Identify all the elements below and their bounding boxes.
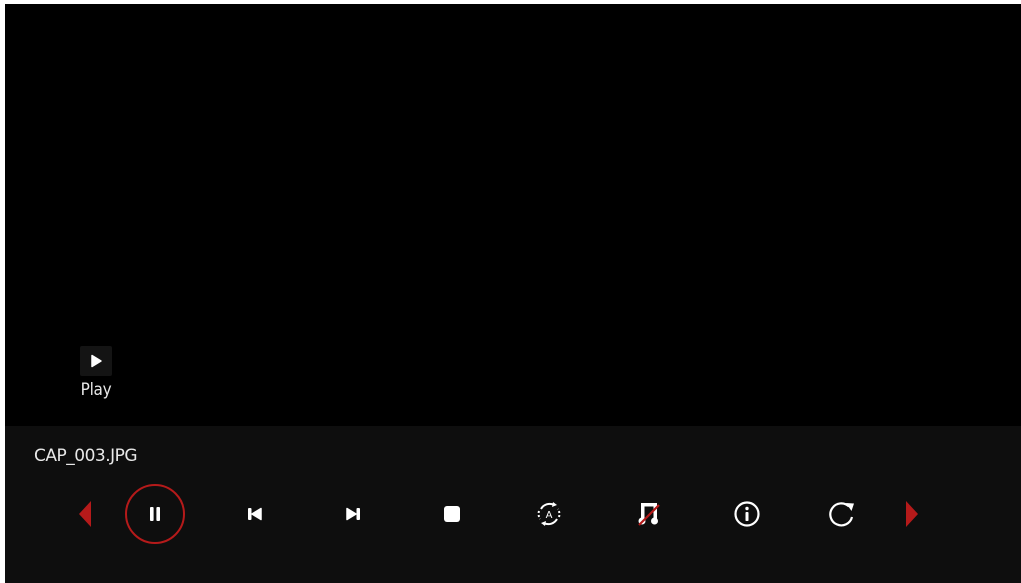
next-button[interactable] <box>323 484 383 544</box>
playback-status: Play <box>75 346 117 400</box>
media-viewer-screen: Play CAP_003.JPG A <box>5 4 1021 583</box>
play-icon <box>80 346 112 376</box>
music-off-button[interactable] <box>619 484 679 544</box>
skip-previous-icon <box>247 506 263 522</box>
svg-text:A: A <box>546 510 553 521</box>
auto-rotate-button[interactable]: A <box>519 484 579 544</box>
previous-button[interactable] <box>225 484 285 544</box>
rotate-clockwise-icon <box>827 499 857 529</box>
music-off-icon <box>636 501 662 527</box>
auto-rotate-icon: A <box>535 500 563 528</box>
pause-icon <box>148 506 162 522</box>
rotate-button[interactable] <box>812 484 872 544</box>
skip-next-icon <box>345 506 361 522</box>
info-icon <box>733 500 761 528</box>
stop-button[interactable] <box>422 484 482 544</box>
triangle-right-icon[interactable] <box>882 484 942 544</box>
triangle-left-icon[interactable] <box>55 484 115 544</box>
control-bar: CAP_003.JPG A <box>5 426 1021 583</box>
file-name: CAP_003.JPG <box>34 446 138 466</box>
stop-icon <box>443 505 461 523</box>
info-button[interactable] <box>717 484 777 544</box>
pause-button[interactable] <box>125 484 185 544</box>
playback-status-label: Play <box>80 380 112 400</box>
